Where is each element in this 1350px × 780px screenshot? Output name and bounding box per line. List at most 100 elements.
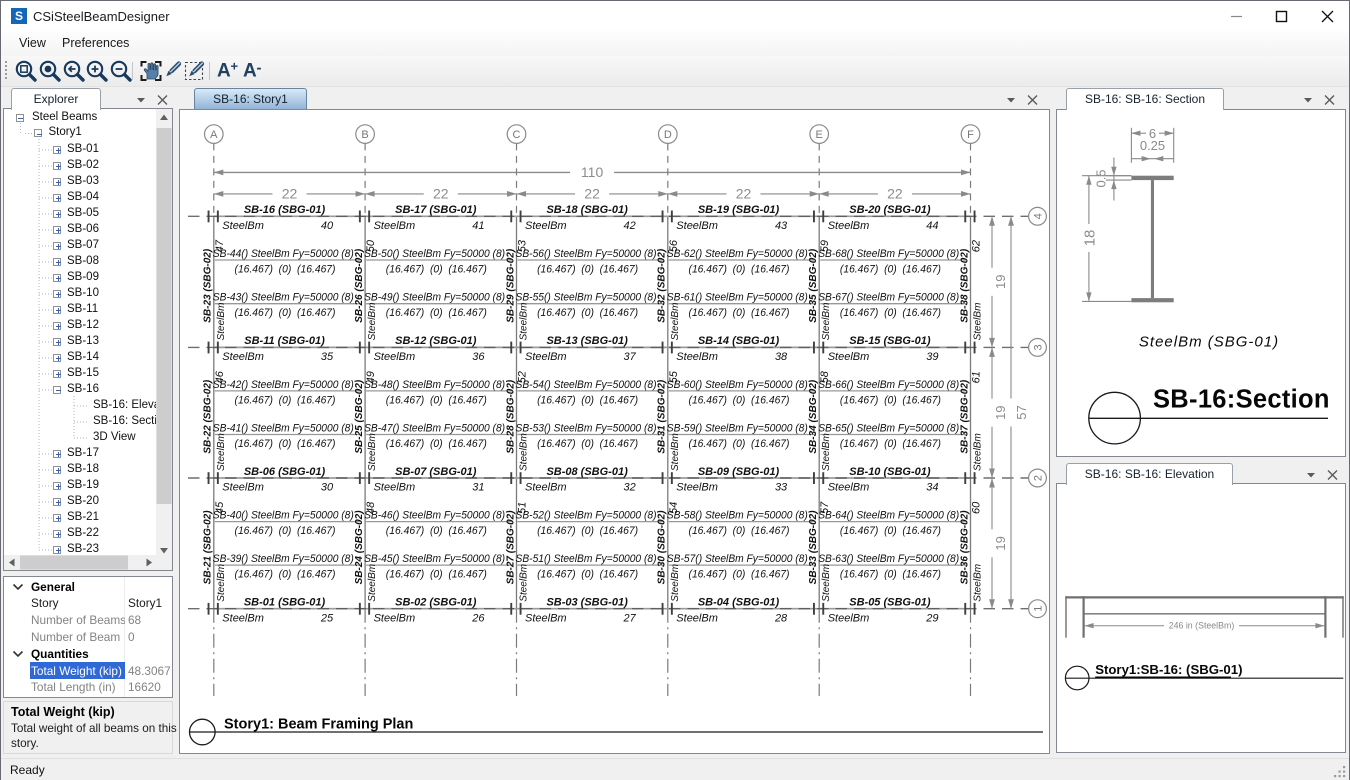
svg-text:(16.467) (0) (16.467): (16.467) (0) (16.467) [386, 263, 487, 275]
svg-text:30: 30 [321, 481, 334, 493]
svg-text:(16.467) (0) (16.467): (16.467) (0) (16.467) [689, 263, 790, 275]
svg-text:62: 62 [971, 240, 983, 252]
svg-text:2: 2 [1033, 474, 1045, 480]
svg-text:38: 38 [775, 351, 788, 363]
svg-text:SB-46() SteelBm Fy=50000 (8): SB-46() SteelBm Fy=50000 (8) [364, 509, 505, 521]
svg-text:3: 3 [1033, 344, 1045, 350]
svg-text:Story1: Beam Framing Plan: Story1: Beam Framing Plan [224, 716, 413, 732]
svg-text:(16.467) (0) (16.467): (16.467) (0) (16.467) [689, 568, 790, 580]
svg-text:SB-49() SteelBm Fy=50000 (8): SB-49() SteelBm Fy=50000 (8) [364, 291, 505, 303]
svg-text:SB-65() SteelBm Fy=50000 (8): SB-65() SteelBm Fy=50000 (8) [818, 422, 959, 434]
svg-text:F: F [967, 129, 974, 141]
svg-text:SB-19 (SBG-01): SB-19 (SBG-01) [698, 204, 780, 216]
svg-text:SB-60() SteelBm Fy=50000 (8): SB-60() SteelBm Fy=50000 (8) [667, 378, 808, 390]
svg-text:53: 53 [517, 239, 529, 252]
svg-text:SteelBm: SteelBm [374, 481, 416, 493]
svg-text:(16.467) (0) (16.467): (16.467) (0) (16.467) [840, 568, 941, 580]
svg-text:60: 60 [971, 500, 983, 513]
svg-text:SB-10 (SBG-01): SB-10 (SBG-01) [849, 465, 931, 477]
svg-text:SteelBm: SteelBm [374, 219, 416, 231]
svg-text:SB-43() SteelBm Fy=50000 (8): SB-43() SteelBm Fy=50000 (8) [213, 291, 354, 303]
svg-text:E: E [816, 129, 823, 141]
svg-text:SteelBm: SteelBm [374, 351, 416, 363]
svg-text:SB-53() SteelBm Fy=50000 (8): SB-53() SteelBm Fy=50000 (8) [516, 422, 657, 434]
svg-text:39: 39 [926, 351, 938, 363]
svg-text:SB-24 (SBG-02): SB-24 (SBG-02) [354, 509, 365, 584]
svg-text:(16.467) (0) (16.467): (16.467) (0) (16.467) [537, 525, 638, 537]
svg-text:45: 45 [214, 500, 226, 513]
svg-text:SB-41() SteelBm Fy=50000 (8): SB-41() SteelBm Fy=50000 (8) [213, 422, 354, 434]
svg-text:SB-25 (SBG-02): SB-25 (SBG-02) [354, 379, 365, 454]
svg-text:SB-03 (SBG-01): SB-03 (SBG-01) [546, 596, 628, 608]
svg-text:0.25: 0.25 [1140, 137, 1165, 152]
svg-text:A: A [217, 61, 231, 82]
svg-text:SB-38 (SBG-02): SB-38 (SBG-02) [959, 248, 970, 323]
svg-text:SB-02 (SBG-01): SB-02 (SBG-01) [395, 596, 477, 608]
svg-text:27: 27 [623, 612, 637, 624]
svg-text:SB-62() SteelBm Fy=50000 (8): SB-62() SteelBm Fy=50000 (8) [667, 247, 808, 259]
svg-text:SB-63() SteelBm Fy=50000 (8): SB-63() SteelBm Fy=50000 (8) [818, 553, 959, 565]
svg-text:(16.467) (0) (16.467): (16.467) (0) (16.467) [235, 568, 336, 580]
svg-text:SB-11 (SBG-01): SB-11 (SBG-01) [244, 335, 325, 347]
svg-text:SB-17 (SBG-01): SB-17 (SBG-01) [395, 204, 477, 216]
svg-text:51: 51 [517, 501, 529, 513]
svg-text:49: 49 [365, 371, 377, 383]
svg-text:19: 19 [993, 405, 1008, 419]
svg-text:SteelBm: SteelBm [828, 612, 870, 624]
svg-text:(16.467) (0) (16.467): (16.467) (0) (16.467) [386, 394, 487, 406]
svg-text:SteelBm: SteelBm [676, 351, 718, 363]
svg-text:(16.467) (0) (16.467): (16.467) (0) (16.467) [235, 525, 336, 537]
svg-text:SteelBm: SteelBm [670, 302, 681, 340]
svg-text:SB-01 (SBG-01): SB-01 (SBG-01) [244, 596, 326, 608]
svg-text:SB-64() SteelBm Fy=50000 (8): SB-64() SteelBm Fy=50000 (8) [818, 509, 959, 521]
svg-text:SteelBm: SteelBm [973, 302, 984, 340]
svg-text:SB-14 (SBG-01): SB-14 (SBG-01) [698, 335, 780, 347]
svg-text:(16.467) (0) (16.467): (16.467) (0) (16.467) [386, 568, 487, 580]
svg-text:32: 32 [624, 481, 636, 493]
svg-text:246 in (SteelBm): 246 in (SteelBm) [1169, 620, 1235, 630]
svg-text:(16.467) (0) (16.467): (16.467) (0) (16.467) [840, 394, 941, 406]
svg-text:4: 4 [1033, 213, 1045, 219]
svg-text:Story1:SB-16: (SBG-01): Story1:SB-16: (SBG-01) [1095, 662, 1242, 677]
svg-text:SteelBm: SteelBm [222, 481, 264, 493]
svg-text:(16.467) (0) (16.467): (16.467) (0) (16.467) [235, 394, 336, 406]
svg-text:(16.467) (0) (16.467): (16.467) (0) (16.467) [386, 525, 487, 537]
svg-text:SB-55() SteelBm Fy=50000 (8): SB-55() SteelBm Fy=50000 (8) [516, 291, 657, 303]
svg-text:SB-34 (SBG-02): SB-34 (SBG-02) [808, 379, 819, 454]
svg-text:SB-59() SteelBm Fy=50000 (8): SB-59() SteelBm Fy=50000 (8) [667, 422, 808, 434]
svg-text:B: B [361, 129, 368, 141]
svg-text:SteelBm: SteelBm [367, 433, 378, 471]
svg-text:(16.467) (0) (16.467): (16.467) (0) (16.467) [537, 438, 638, 450]
svg-text:SB-58() SteelBm Fy=50000 (8): SB-58() SteelBm Fy=50000 (8) [667, 509, 808, 521]
svg-text:(16.467) (0) (16.467): (16.467) (0) (16.467) [840, 525, 941, 537]
svg-text:SB-32 (SBG-02): SB-32 (SBG-02) [657, 248, 668, 323]
svg-text:19: 19 [993, 274, 1008, 288]
svg-text:SB-06 (SBG-01): SB-06 (SBG-01) [244, 465, 326, 477]
svg-text:(16.467) (0) (16.467): (16.467) (0) (16.467) [235, 438, 336, 450]
svg-text:SB-47() SteelBm Fy=50000 (8): SB-47() SteelBm Fy=50000 (8) [364, 422, 505, 434]
svg-text:SteelBm: SteelBm [670, 563, 681, 601]
svg-text:SteelBm: SteelBm [222, 612, 264, 624]
svg-text:26: 26 [471, 612, 485, 624]
svg-text:SB-28 (SBG-02): SB-28 (SBG-02) [505, 379, 516, 454]
svg-text:33: 33 [775, 481, 788, 493]
svg-text:52: 52 [517, 371, 529, 383]
svg-text:56: 56 [668, 239, 680, 252]
svg-text:57: 57 [1014, 405, 1029, 419]
svg-text:22: 22 [433, 185, 449, 201]
svg-text:SB-51() SteelBm Fy=50000 (8): SB-51() SteelBm Fy=50000 (8) [516, 553, 657, 565]
svg-text:SB-04 (SBG-01): SB-04 (SBG-01) [698, 596, 780, 608]
svg-text:SB-48() SteelBm Fy=50000 (8): SB-48() SteelBm Fy=50000 (8) [364, 378, 505, 390]
svg-text:41: 41 [472, 219, 484, 231]
svg-text:SB-45() SteelBm Fy=50000 (8): SB-45() SteelBm Fy=50000 (8) [364, 553, 505, 565]
svg-text:SB-66() SteelBm Fy=50000 (8): SB-66() SteelBm Fy=50000 (8) [818, 378, 959, 390]
svg-text:-: - [257, 60, 262, 77]
svg-text:SB-23 (SBG-02): SB-23 (SBG-02) [203, 248, 214, 323]
svg-text:(16.467) (0) (16.467): (16.467) (0) (16.467) [689, 394, 790, 406]
svg-text:SB-50() SteelBm Fy=50000 (8): SB-50() SteelBm Fy=50000 (8) [364, 247, 505, 259]
svg-text:SB-39() SteelBm Fy=50000 (8): SB-39() SteelBm Fy=50000 (8) [213, 553, 354, 565]
svg-text:44: 44 [926, 219, 938, 231]
svg-text:SteelBm: SteelBm [525, 351, 567, 363]
svg-text:(16.467) (0) (16.467): (16.467) (0) (16.467) [537, 263, 638, 275]
svg-text:(16.467) (0) (16.467): (16.467) (0) (16.467) [840, 307, 941, 319]
